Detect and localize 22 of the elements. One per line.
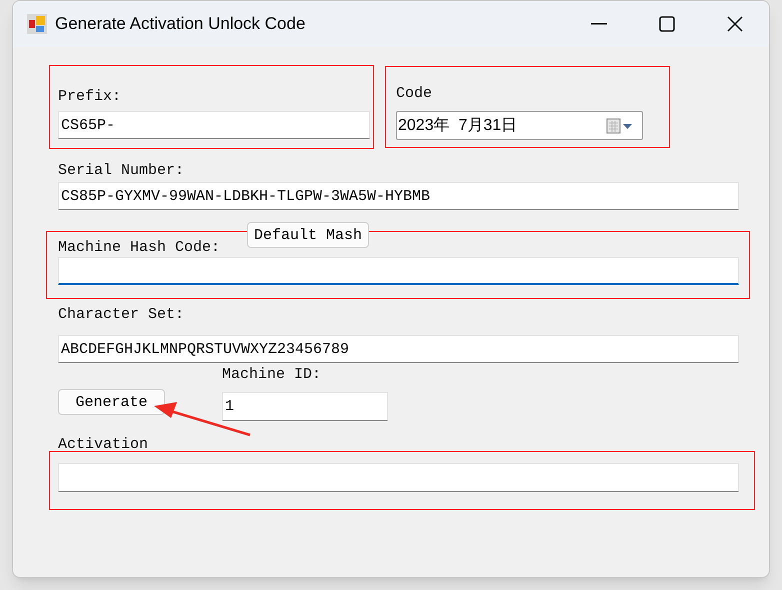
default-mash-button[interactable]: Default Mash xyxy=(247,222,369,248)
input-field[interactable]: CS85P-GYXMV-99WAN-LDBKH-TLGPW-3WA5W-HYBMB xyxy=(58,182,739,210)
input-field[interactable]: ABCDEFGHJKLMNPQRSTUVWXYZ23456789 xyxy=(58,335,739,363)
input-field[interactable]: CS65P- xyxy=(58,111,370,139)
window-title: Generate Activation Unlock Code xyxy=(55,13,306,36)
generate-button[interactable]: Generate xyxy=(58,389,165,415)
calendar-dropdown-icon xyxy=(606,118,634,134)
field-label: Activation xyxy=(58,436,148,454)
minimize-icon xyxy=(591,23,607,25)
field-label: Machine ID: xyxy=(222,366,322,384)
input-field[interactable] xyxy=(58,257,739,285)
input-field[interactable]: 1 xyxy=(222,392,388,421)
date-picker[interactable]: 2023年 7月31日 xyxy=(396,111,643,140)
close-icon xyxy=(727,16,743,32)
field-label: Character Set: xyxy=(58,306,184,324)
field-label: Serial Number: xyxy=(58,162,184,180)
field-label: Machine Hash Code: xyxy=(58,239,220,257)
field-label: Code xyxy=(396,85,432,103)
input-field[interactable] xyxy=(58,463,739,492)
field-label: Prefix: xyxy=(58,88,122,106)
maximize-icon xyxy=(659,16,675,32)
app-icon xyxy=(27,14,47,34)
